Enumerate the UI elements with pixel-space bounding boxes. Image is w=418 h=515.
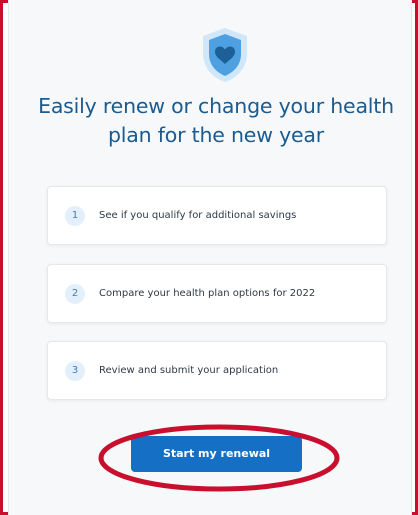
step-number-badge: 1 [65, 206, 85, 226]
step-card-3: 3 Review and submit your application [47, 341, 387, 400]
page-title: Easily renew or change your health plan … [38, 94, 394, 147]
shield-heart-icon [203, 28, 247, 82]
step-card-1: 1 See if you qualify for additional savi… [47, 186, 387, 245]
step-label: Review and submit your application [99, 365, 279, 376]
step-card-2: 2 Compare your health plan options for 2… [47, 264, 387, 323]
step-number-badge: 2 [65, 284, 85, 304]
step-number-badge: 3 [65, 361, 85, 381]
start-renewal-button[interactable]: Start my renewal [131, 436, 302, 472]
step-label: Compare your health plan options for 202… [99, 288, 316, 299]
step-label: See if you qualify for additional saving… [99, 210, 297, 221]
